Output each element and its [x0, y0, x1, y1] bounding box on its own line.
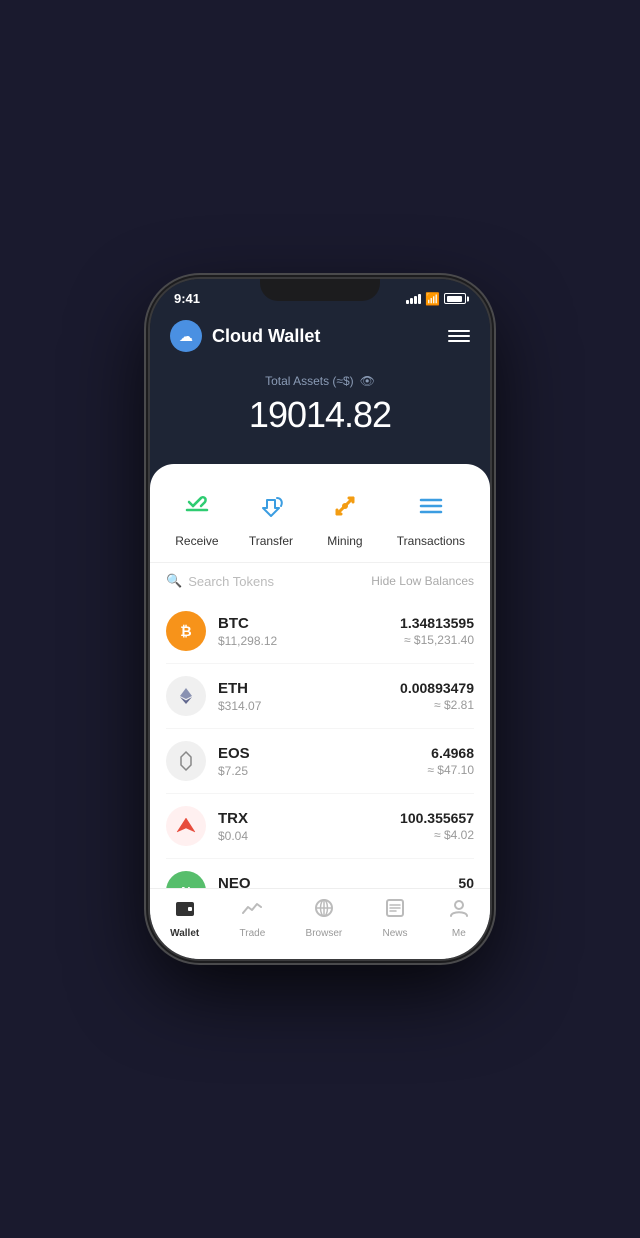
transfer-label: Transfer: [249, 534, 293, 548]
btc-balance: 1.34813595 ≈ $15,231.40: [400, 615, 474, 647]
cloud-icon: ☁: [170, 320, 202, 352]
nav-browser[interactable]: Browser: [306, 897, 343, 939]
menu-icon[interactable]: [448, 330, 470, 342]
transactions-button[interactable]: Transactions: [397, 484, 465, 548]
wallet-nav-icon: [174, 897, 196, 925]
btc-amount: 1.34813595: [400, 615, 474, 631]
eth-symbol: ETH: [218, 680, 400, 697]
eth-icon: [166, 676, 206, 716]
eos-usd: ≈ $47.10: [427, 763, 474, 777]
nav-news[interactable]: News: [383, 897, 408, 939]
search-icon: 🔍: [166, 573, 182, 589]
action-buttons: Receive Transfer: [150, 464, 490, 563]
eos-amount: 6.4968: [427, 745, 474, 761]
transactions-icon: [409, 484, 453, 528]
trade-nav-label: Trade: [240, 928, 266, 939]
receive-button[interactable]: Receive: [175, 484, 219, 548]
trx-symbol: TRX: [218, 810, 400, 827]
transactions-label: Transactions: [397, 534, 465, 548]
total-assets-value: 19014.82: [170, 394, 470, 436]
mining-icon: [323, 484, 367, 528]
phone-screen: 9:41 📶 ☁ Cl: [150, 279, 490, 959]
eos-symbol: EOS: [218, 745, 427, 762]
phone-frame: 9:41 📶 ☁ Cl: [150, 279, 490, 959]
browser-nav-icon: [313, 897, 335, 925]
app-logo: ☁ Cloud Wallet: [170, 320, 320, 352]
mining-label: Mining: [327, 534, 362, 548]
token-item-eos[interactable]: EOS $7.25 6.4968 ≈ $47.10: [166, 729, 474, 794]
btc-usd: ≈ $15,231.40: [400, 633, 474, 647]
eth-usd: ≈ $2.81: [400, 698, 474, 712]
status-time: 9:41: [174, 291, 200, 306]
battery-icon: [444, 293, 466, 304]
eth-info: ETH $314.07: [218, 680, 400, 713]
neo-info: NEO $17.78: [218, 875, 421, 889]
trx-info: TRX $0.04: [218, 810, 400, 843]
search-bar: 🔍 Search Tokens Hide Low Balances: [150, 563, 490, 599]
token-item-eth[interactable]: ETH $314.07 0.00893479 ≈ $2.81: [166, 664, 474, 729]
eos-balance: 6.4968 ≈ $47.10: [427, 745, 474, 777]
nav-wallet[interactable]: Wallet: [170, 897, 199, 939]
neo-symbol: NEO: [218, 875, 421, 889]
bottom-nav: Wallet Trade: [150, 888, 490, 959]
hide-low-balances[interactable]: Hide Low Balances: [371, 574, 474, 588]
receive-icon: [175, 484, 219, 528]
trade-nav-icon: [241, 897, 263, 925]
btc-symbol: BTC: [218, 615, 400, 632]
token-list: ₿ BTC $11,298.12 1.34813595 ≈ $15,231.40: [150, 599, 490, 888]
search-wrapper[interactable]: 🔍 Search Tokens: [166, 573, 274, 589]
news-nav-label: News: [383, 928, 408, 939]
eos-info: EOS $7.25: [218, 745, 427, 778]
btc-icon: ₿: [166, 611, 206, 651]
trx-icon: [166, 806, 206, 846]
total-assets-section: Total Assets (≈$) 👁 19014.82: [150, 364, 490, 464]
wifi-icon: 📶: [425, 292, 440, 306]
trx-amount: 100.355657: [400, 810, 474, 826]
eth-balance: 0.00893479 ≈ $2.81: [400, 680, 474, 712]
eth-amount: 0.00893479: [400, 680, 474, 696]
trx-price: $0.04: [218, 829, 400, 843]
receive-label: Receive: [175, 534, 218, 548]
eos-price: $7.25: [218, 764, 427, 778]
neo-icon: N: [166, 871, 206, 888]
transfer-icon: [249, 484, 293, 528]
neo-balance: 50 ≈ ¥889.00: [421, 875, 474, 888]
mining-button[interactable]: Mining: [323, 484, 367, 548]
status-icons: 📶: [406, 292, 466, 306]
notch: [260, 279, 380, 301]
main-card: Receive Transfer: [150, 464, 490, 959]
app-header: ☁ Cloud Wallet: [150, 312, 490, 364]
btc-info: BTC $11,298.12: [218, 615, 400, 648]
browser-nav-label: Browser: [306, 928, 343, 939]
me-nav-label: Me: [452, 928, 466, 939]
btc-price: $11,298.12: [218, 634, 400, 648]
trx-usd: ≈ $4.02: [400, 828, 474, 842]
total-assets-label: Total Assets (≈$) 👁: [170, 374, 470, 388]
trx-balance: 100.355657 ≈ $4.02: [400, 810, 474, 842]
eos-icon: [166, 741, 206, 781]
transfer-button[interactable]: Transfer: [249, 484, 293, 548]
neo-amount: 50: [421, 875, 474, 888]
token-item-btc[interactable]: ₿ BTC $11,298.12 1.34813595 ≈ $15,231.40: [166, 599, 474, 664]
token-item-neo[interactable]: N NEO $17.78 50 ≈ ¥889.00: [166, 859, 474, 888]
app-title: Cloud Wallet: [212, 326, 320, 347]
nav-trade[interactable]: Trade: [240, 897, 266, 939]
eth-price: $314.07: [218, 699, 400, 713]
news-nav-icon: [384, 897, 406, 925]
search-placeholder: Search Tokens: [188, 574, 274, 589]
signal-icon: [406, 294, 421, 304]
svg-text:₿: ₿: [180, 623, 191, 639]
me-nav-icon: [448, 897, 470, 925]
nav-me[interactable]: Me: [448, 897, 470, 939]
eye-icon[interactable]: 👁: [360, 374, 375, 388]
wallet-nav-label: Wallet: [170, 928, 199, 939]
token-item-trx[interactable]: TRX $0.04 100.355657 ≈ $4.02: [166, 794, 474, 859]
